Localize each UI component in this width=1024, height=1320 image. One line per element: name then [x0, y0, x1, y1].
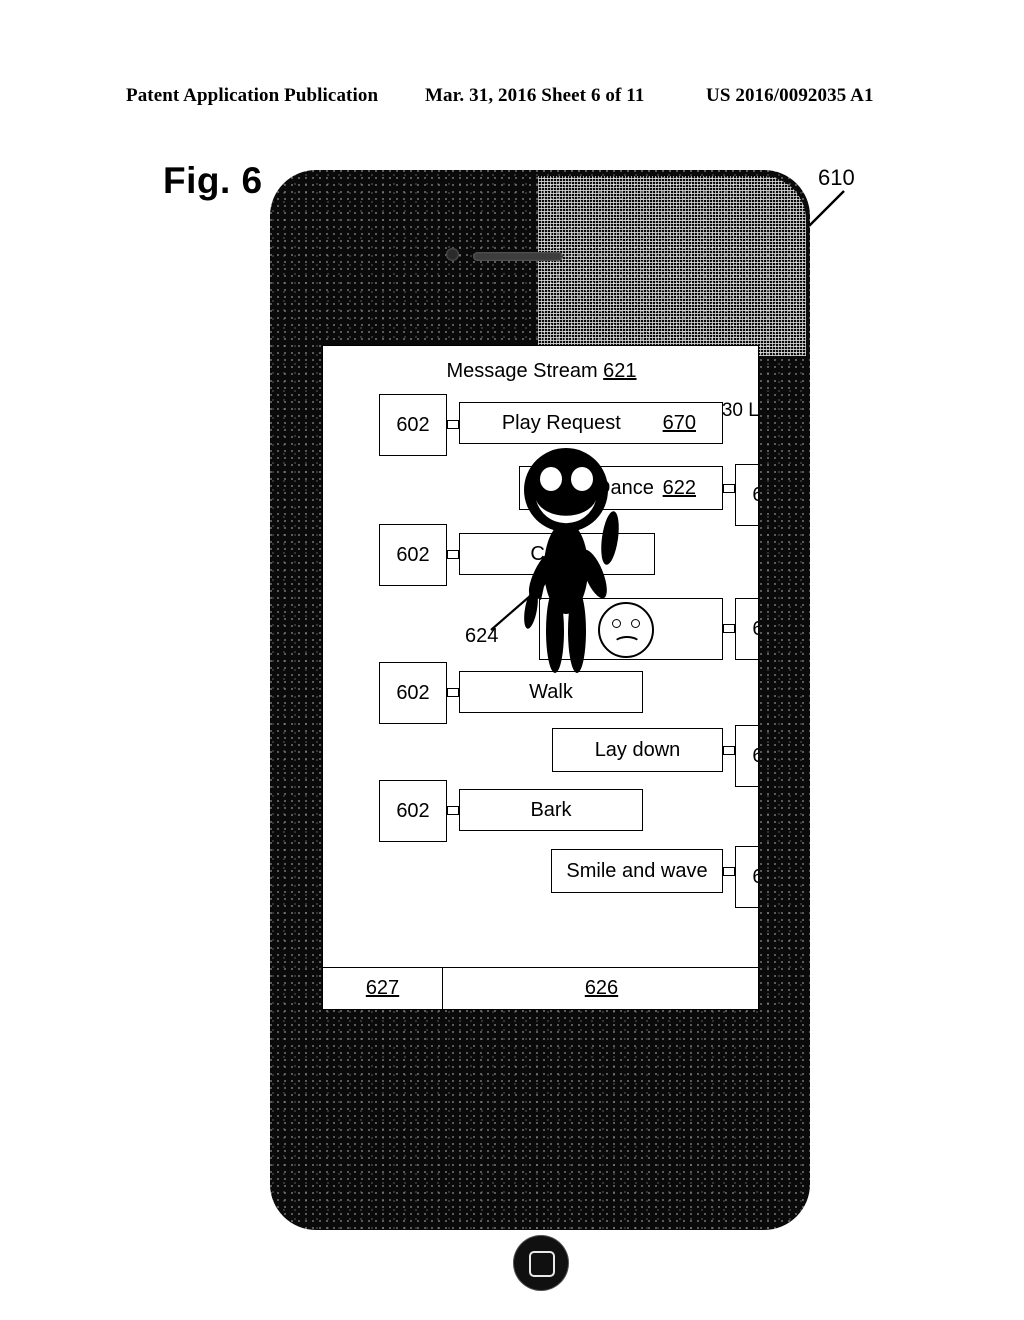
message-id-label: 601 [752, 618, 758, 641]
message-id-label: 601 [752, 484, 758, 507]
toolbar-button-627[interactable]: 627 [323, 968, 443, 1009]
publication-number: US 2016/0092035 A1 [706, 85, 874, 106]
message-id-label: 602 [396, 413, 430, 436]
page-title-text: Message Stream [446, 360, 598, 382]
mobile-device: Message Stream 621 0:30 Left 602 Play Re… [270, 170, 810, 1291]
callout-624-leader-arrow [490, 582, 545, 631]
connector-stub [723, 867, 735, 876]
message-id-box-602[interactable]: 602 [379, 524, 447, 586]
screen-toolbar: 627 626 [323, 967, 758, 1009]
figure-label: Fig. 6 [163, 160, 263, 201]
toolbar-button-626[interactable]: 626 [443, 968, 758, 1009]
message-bubble-sad-face[interactable] [539, 598, 723, 660]
message-id-box-602[interactable]: 602 [379, 662, 447, 724]
home-button[interactable] [513, 1235, 569, 1291]
message-id-label: 602 [396, 681, 430, 704]
connector-stub [447, 806, 459, 815]
message-bubble-walk[interactable]: Walk [459, 671, 643, 713]
message-text: Play Request [501, 411, 621, 434]
connector-stub [723, 746, 735, 755]
device-screen: Message Stream 621 0:30 Left 602 Play Re… [322, 345, 759, 1010]
message-id-label: 601 [752, 866, 758, 889]
message-ref: 670 [662, 411, 696, 434]
earpiece-speaker-icon [473, 252, 563, 261]
message-id-label: 601 [752, 745, 758, 768]
message-ref: 622 [662, 476, 696, 499]
page-title: Message Stream 621 [323, 360, 758, 383]
sad-face-mouth [613, 636, 641, 652]
message-id-box-602[interactable]: 602 [379, 394, 447, 456]
message-bubble-dance[interactable]: Dance 622 [519, 466, 723, 510]
message-bubble-bark[interactable]: Bark [459, 789, 643, 831]
connector-stub [447, 688, 459, 697]
message-bubble-play-request[interactable]: Play Request 670 [459, 402, 723, 444]
message-id-label: 602 [396, 543, 430, 566]
message-text: Smile and wave [566, 859, 708, 882]
message-text: Come [530, 542, 584, 565]
connector-stub [447, 550, 459, 559]
home-button-square-icon [529, 1251, 555, 1277]
message-text: Bark [530, 798, 572, 821]
connector-stub [723, 624, 735, 633]
connector-stub [447, 420, 459, 429]
message-bubble-lay-down[interactable]: Lay down [552, 728, 723, 772]
message-id-box-601[interactable]: 601 [735, 598, 758, 660]
message-bubble-smile-and-wave[interactable]: Smile and wave [551, 849, 723, 893]
sad-face-right-eye [631, 619, 640, 628]
front-camera-icon [446, 248, 459, 261]
message-bubble-come[interactable]: Come [459, 533, 655, 575]
message-id-box-601[interactable]: 601 [735, 846, 758, 908]
message-text: Walk [529, 680, 573, 703]
message-text: Lay down [594, 738, 681, 761]
message-id-box-601[interactable]: 601 [735, 725, 758, 787]
connector-stub [723, 484, 735, 493]
message-text: Dance [596, 476, 654, 499]
publication-type: Patent Application Publication [126, 85, 379, 106]
patent-header: Patent Application Publication Mar. 31, … [0, 85, 1024, 115]
publication-date-sheet: Mar. 31, 2016 Sheet 6 of 11 [425, 85, 645, 106]
message-id-box-601[interactable]: 601 [735, 464, 758, 526]
page-title-ref: 621 [603, 360, 637, 382]
message-id-box-602[interactable]: 602 [379, 780, 447, 842]
message-id-label: 602 [396, 799, 430, 822]
sad-face-left-eye [612, 619, 621, 628]
sad-face-icon [598, 602, 654, 658]
